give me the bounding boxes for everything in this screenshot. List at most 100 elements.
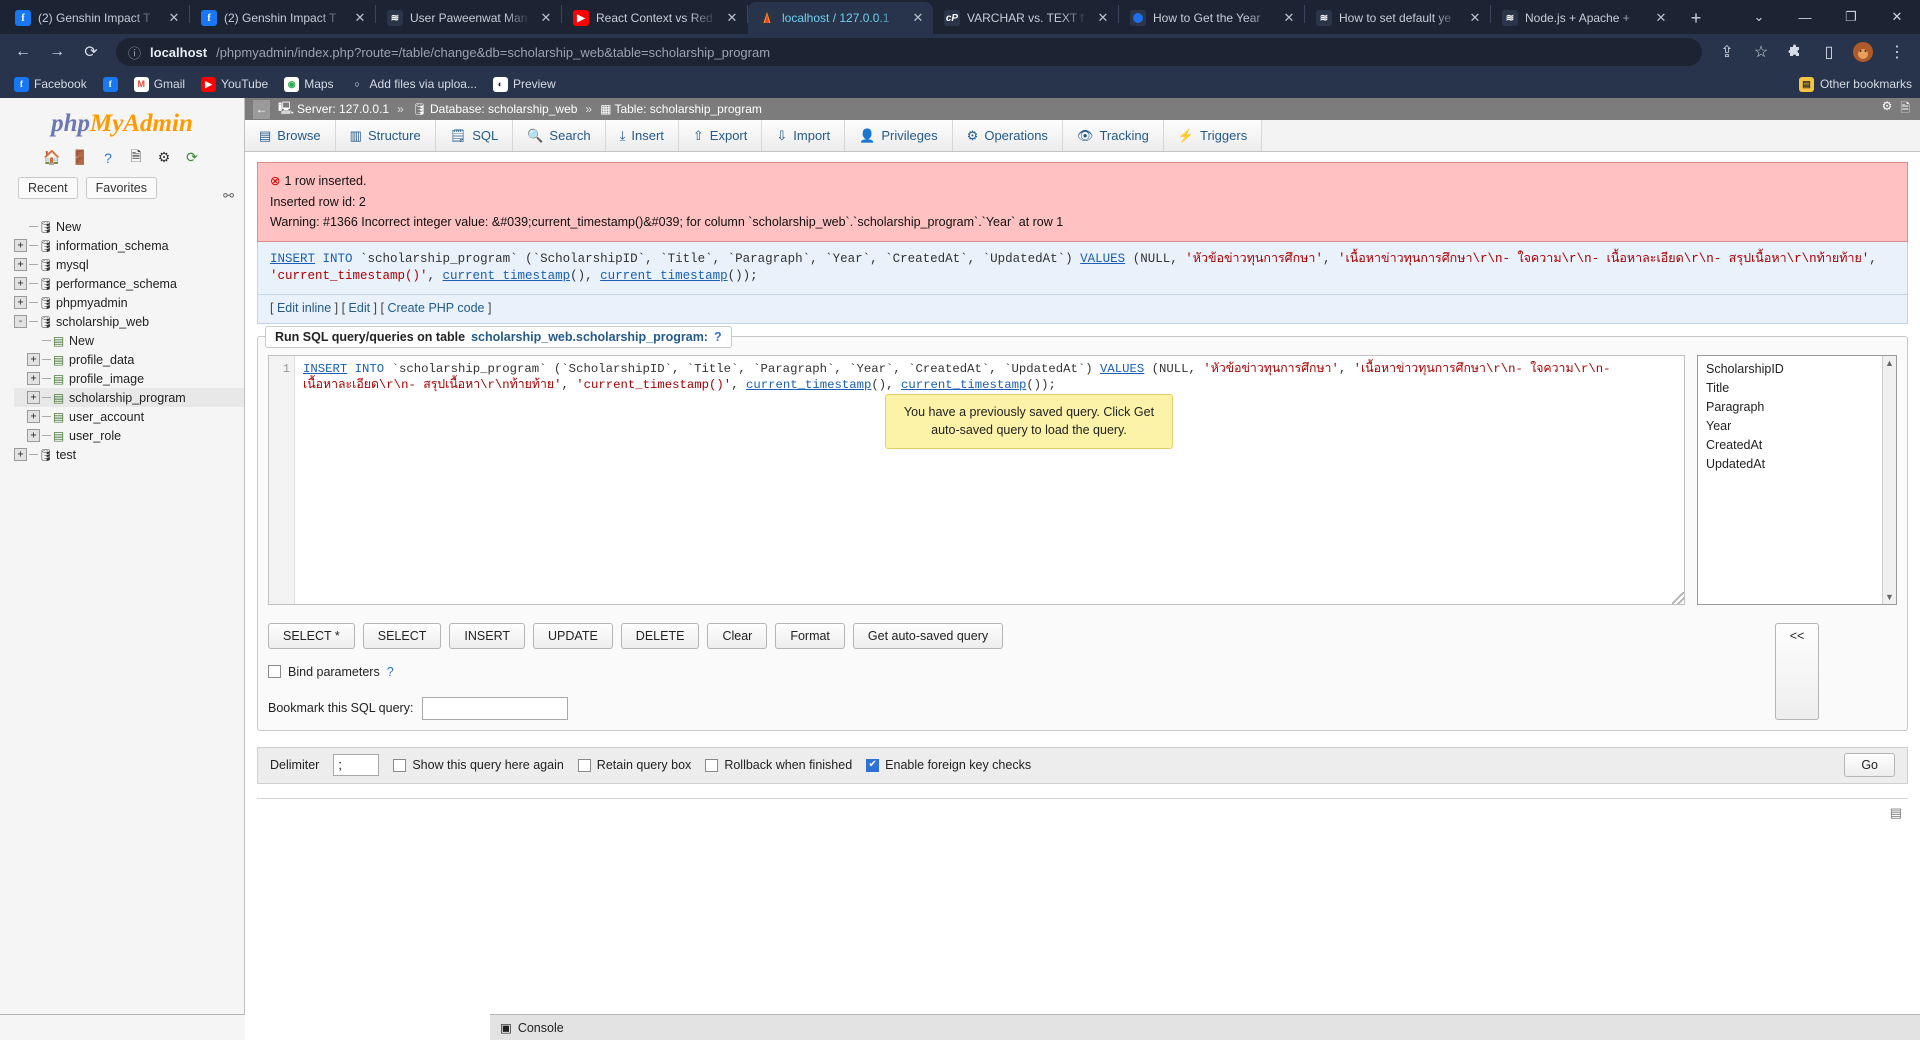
address-bar[interactable]: ⓘ localhost/phpmyadmin/index.php?route=/…: [116, 38, 1702, 66]
column-item[interactable]: ScholarshipID: [1706, 360, 1896, 379]
browser-menu-icon[interactable]: ⋮: [1882, 37, 1912, 67]
tab-triggers[interactable]: ⚡ Triggers: [1163, 120, 1263, 151]
tab-structure[interactable]: ▥ Structure: [335, 120, 436, 151]
column-list[interactable]: ScholarshipID Title Paragraph Year Creat…: [1697, 354, 1897, 605]
tree-node-information-schema[interactable]: + 🛢 information_schema: [14, 236, 244, 255]
close-icon[interactable]: ✕: [1653, 10, 1669, 26]
reload-icon[interactable]: ⟳: [183, 148, 202, 167]
rollback-checkbox[interactable]: [705, 758, 719, 772]
breadcrumb-database[interactable]: 🛢 Database: scholarship_web: [412, 102, 578, 116]
tree-node-mysql[interactable]: + 🛢 mysql: [14, 255, 244, 274]
create-php-code-link[interactable]: Create PHP code: [387, 301, 484, 315]
tab-export[interactable]: ⇧ Export: [678, 120, 763, 151]
show-query-again-option[interactable]: Show this query here again: [393, 758, 564, 772]
editor-resize-handle[interactable]: [1672, 591, 1684, 604]
logout-icon[interactable]: 🚪: [71, 148, 90, 167]
settings-icon[interactable]: ⚙: [1882, 99, 1893, 120]
insert-button[interactable]: INSERT: [449, 622, 526, 649]
console-bar[interactable]: ▣ Console: [490, 1014, 1920, 1040]
sql-editor[interactable]: 1 INSERT INTO `scholarship_program` (`Sc…: [268, 354, 1685, 605]
footer-icon[interactable]: ▤: [1890, 805, 1902, 821]
breadcrumb-table[interactable]: ▦ Table: scholarship_program: [600, 102, 762, 116]
wiki-icon[interactable]: 🗎: [127, 148, 146, 167]
go-button[interactable]: Go: [1844, 753, 1895, 778]
expand-icon[interactable]: +: [27, 353, 40, 366]
pin-icon[interactable]: ⚯: [223, 188, 234, 204]
tree-node-profile-data[interactable]: + ▤ profile_data: [14, 350, 244, 369]
expand-icon[interactable]: +: [27, 410, 40, 423]
avatar[interactable]: [1848, 37, 1878, 67]
browser-tab[interactable]: cP VARCHAR vs. TEXT f ✕: [933, 2, 1118, 34]
close-icon[interactable]: ✕: [1467, 10, 1483, 26]
tab-list-icon[interactable]: ⌄: [1736, 0, 1782, 34]
bookmark-item[interactable]: f Facebook: [8, 75, 93, 94]
back-icon[interactable]: ←: [8, 37, 38, 67]
edit-link[interactable]: Edit: [349, 301, 371, 315]
tree-node-profile-image[interactable]: + ▤ profile_image: [14, 369, 244, 388]
update-button[interactable]: UPDATE: [533, 622, 613, 649]
expand-icon[interactable]: +: [14, 277, 27, 290]
docs-icon[interactable]: ?: [99, 148, 118, 167]
expand-icon[interactable]: +: [27, 391, 40, 404]
help-icon[interactable]: ?: [387, 665, 394, 679]
tree-node-user-account[interactable]: + ▤ user_account: [14, 407, 244, 426]
bookmark-item[interactable]: ○ Add files via uploa...: [344, 75, 483, 94]
expand-icon[interactable]: +: [27, 429, 40, 442]
settings-icon[interactable]: ⚙: [155, 148, 174, 167]
column-item[interactable]: Year: [1706, 417, 1896, 436]
other-bookmarks-button[interactable]: ▤ Other bookmarks: [1798, 76, 1912, 92]
expand-icon[interactable]: +: [14, 239, 27, 252]
column-item[interactable]: Paragraph: [1706, 398, 1896, 417]
tree-node-performance-schema[interactable]: + 🛢 performance_schema: [14, 274, 244, 293]
maximize-icon[interactable]: ❐: [1828, 0, 1874, 34]
browser-tab[interactable]: ≋ Node.js + Apache + ✕: [1491, 2, 1676, 34]
bookmark-item[interactable]: ◉ Maps: [278, 75, 339, 94]
close-icon[interactable]: ✕: [724, 10, 740, 26]
foreign-key-checks-option[interactable]: ✔ Enable foreign key checks: [866, 758, 1031, 772]
breadcrumb-server[interactable]: 🖳 Server: 127.0.0.1: [278, 99, 389, 120]
select-button[interactable]: SELECT: [362, 622, 442, 649]
delete-button[interactable]: DELETE: [620, 622, 700, 649]
tab-search[interactable]: 🔍 Search: [513, 120, 606, 151]
browser-tab[interactable]: How to Get the Year ✕: [1119, 2, 1304, 34]
bookmark-item[interactable]: M Gmail: [128, 75, 191, 94]
extensions-icon[interactable]: [1780, 37, 1810, 67]
favorites-button[interactable]: Favorites: [85, 177, 158, 199]
column-item[interactable]: CreatedAt: [1706, 436, 1896, 455]
close-icon[interactable]: ✕: [910, 10, 926, 26]
retain-query-box-checkbox[interactable]: [577, 758, 591, 772]
close-icon[interactable]: ✕: [538, 10, 554, 26]
close-icon[interactable]: ✕: [1095, 10, 1111, 26]
expand-icon[interactable]: +: [14, 448, 27, 461]
device-icon[interactable]: ▯: [1814, 37, 1844, 67]
close-window-icon[interactable]: ✕: [1874, 0, 1920, 34]
tab-browse[interactable]: ▤ Browse: [245, 120, 336, 151]
bookmark-item[interactable]: f: [97, 75, 124, 94]
share-icon[interactable]: ⇪: [1712, 37, 1742, 67]
clear-button[interactable]: Clear: [707, 622, 768, 649]
tree-node-test[interactable]: + 🛢 test: [14, 445, 244, 464]
docs-icon[interactable]: 🗎: [1900, 99, 1910, 120]
browser-tab[interactable]: ≋ User Paweenwat Man ✕: [376, 2, 561, 34]
tab-insert[interactable]: ⤓ Insert: [605, 120, 679, 151]
tab-sql[interactable]: 🗒 SQL: [435, 120, 514, 151]
column-list-scrollbar[interactable]: ▲ ▼: [1882, 355, 1896, 604]
foreign-key-checks-checkbox[interactable]: ✔: [866, 758, 880, 772]
column-item[interactable]: Title: [1706, 379, 1896, 398]
pma-logo[interactable]: phpMyAdmin: [0, 98, 244, 142]
tree-node-scholarship-program[interactable]: + ▤ scholarship_program: [14, 388, 244, 407]
tab-tracking[interactable]: 👁 Tracking: [1062, 120, 1164, 151]
retain-query-box-option[interactable]: Retain query box: [577, 758, 691, 772]
tree-node-user-role[interactable]: + ▤ user_role: [14, 426, 244, 445]
tab-privileges[interactable]: 👤 Privileges: [845, 120, 953, 151]
delimiter-input[interactable]: [333, 754, 380, 777]
column-item[interactable]: UpdatedAt: [1706, 455, 1896, 474]
bookmark-item[interactable]: ◐ Preview: [487, 75, 562, 94]
close-icon[interactable]: ✕: [166, 10, 182, 26]
browser-tab[interactable]: ≋ How to set default ye ✕: [1305, 2, 1490, 34]
expand-icon[interactable]: +: [27, 372, 40, 385]
format-button[interactable]: Format: [775, 622, 845, 649]
tab-operations[interactable]: ⚙ Operations: [952, 120, 1063, 151]
bookmark-star-icon[interactable]: ☆: [1746, 37, 1776, 67]
tree-node-scholarship-web[interactable]: - 🛢 scholarship_web: [14, 312, 244, 331]
